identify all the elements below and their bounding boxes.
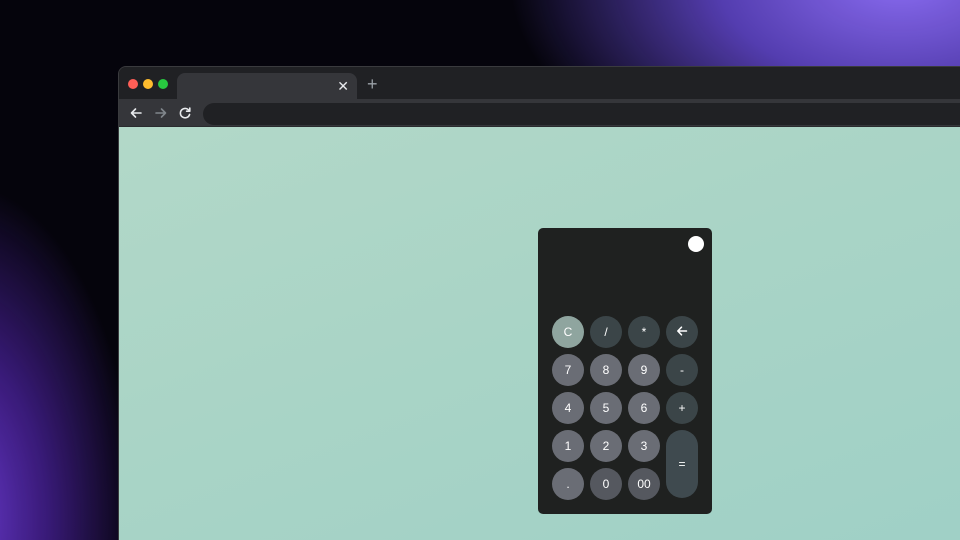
- one-button[interactable]: 1: [552, 430, 584, 462]
- back-icon[interactable]: [126, 103, 146, 123]
- tab-bar: ✕ +: [119, 67, 960, 99]
- tab-close-icon[interactable]: ✕: [337, 76, 349, 96]
- calculator-display: [550, 262, 700, 302]
- zero-button[interactable]: 0: [590, 468, 622, 500]
- two-button[interactable]: 2: [590, 430, 622, 462]
- close-window-button[interactable]: [128, 79, 138, 89]
- reload-icon[interactable]: [175, 103, 195, 123]
- new-tab-button[interactable]: +: [367, 73, 378, 95]
- maximize-window-button[interactable]: [158, 79, 168, 89]
- backspace-arrow-icon: [676, 325, 688, 340]
- minimize-window-button[interactable]: [143, 79, 153, 89]
- four-button[interactable]: 4: [552, 392, 584, 424]
- theme-toggle-button[interactable]: [688, 236, 704, 252]
- divide-button[interactable]: /: [590, 316, 622, 348]
- clear-button[interactable]: C: [552, 316, 584, 348]
- decimal-button[interactable]: .: [552, 468, 584, 500]
- equals-button[interactable]: =: [666, 430, 698, 498]
- browser-window: ✕ + C / * 7 8 9 - 4 5 6 + 1 2 3 = . 0 00: [118, 66, 960, 540]
- backspace-button[interactable]: [666, 316, 698, 348]
- add-button[interactable]: +: [666, 392, 698, 424]
- browser-tab[interactable]: ✕: [177, 73, 357, 99]
- nine-button[interactable]: 9: [628, 354, 660, 386]
- eight-button[interactable]: 8: [590, 354, 622, 386]
- page-viewport: C / * 7 8 9 - 4 5 6 + 1 2 3 = . 0 00: [119, 127, 960, 540]
- five-button[interactable]: 5: [590, 392, 622, 424]
- forward-icon[interactable]: [151, 103, 171, 123]
- subtract-button[interactable]: -: [666, 354, 698, 386]
- six-button[interactable]: 6: [628, 392, 660, 424]
- browser-toolbar: [119, 99, 960, 127]
- calculator: C / * 7 8 9 - 4 5 6 + 1 2 3 = . 0 00: [538, 228, 712, 514]
- seven-button[interactable]: 7: [552, 354, 584, 386]
- address-bar[interactable]: [203, 103, 960, 125]
- multiply-button[interactable]: *: [628, 316, 660, 348]
- three-button[interactable]: 3: [628, 430, 660, 462]
- double-zero-button[interactable]: 00: [628, 468, 660, 500]
